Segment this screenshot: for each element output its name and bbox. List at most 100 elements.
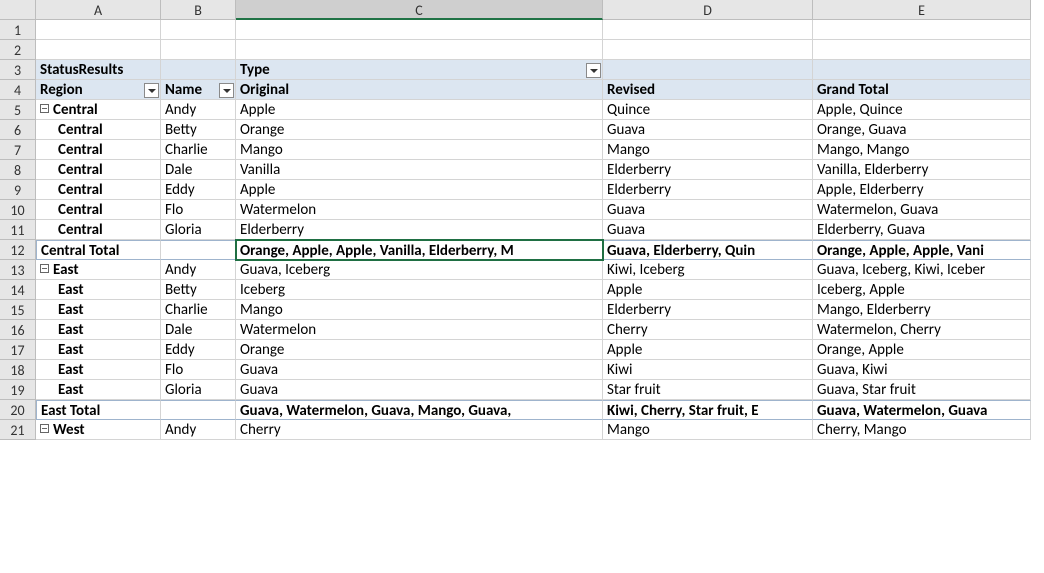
row-header-17[interactable]: 17 (0, 340, 36, 360)
col-header-E[interactable]: E (813, 0, 1031, 20)
east-total-original[interactable]: Guava, Watermelon, Guava, Mango, Guava, (236, 400, 603, 420)
grandtotal-cell[interactable]: Guava, Kiwi (813, 360, 1031, 380)
cell[interactable] (236, 20, 603, 40)
grandtotal-cell[interactable]: Elderberry, Guava (813, 220, 1031, 240)
row-header-8[interactable]: 8 (0, 160, 36, 180)
original-cell[interactable]: Guava, Iceberg (236, 260, 603, 280)
original-cell[interactable]: Cherry (236, 420, 603, 440)
row-header-11[interactable]: 11 (0, 220, 36, 240)
cell[interactable] (603, 60, 813, 80)
grandtotal-cell[interactable]: Watermelon, Guava (813, 200, 1031, 220)
name-cell[interactable]: Andy (161, 260, 236, 280)
grandtotal-cell[interactable]: Apple, Elderberry (813, 180, 1031, 200)
revised-cell[interactable]: Star fruit (603, 380, 813, 400)
cell[interactable] (161, 40, 236, 60)
original-cell[interactable]: Orange (236, 120, 603, 140)
revised-cell[interactable]: Elderberry (603, 160, 813, 180)
grandtotal-cell[interactable]: Orange, Apple (813, 340, 1031, 360)
row-header-13[interactable]: 13 (0, 260, 36, 280)
east-total-revised[interactable]: Kiwi, Cherry, Star fruit, E (603, 400, 813, 420)
original-cell[interactable]: Guava (236, 360, 603, 380)
central-total-revised[interactable]: Guava, Elderberry, Quin (603, 240, 813, 260)
filter-dropdown-icon[interactable] (586, 63, 601, 78)
col-header-A[interactable]: A (36, 0, 161, 20)
revised-cell[interactable]: Mango (603, 140, 813, 160)
grandtotal-cell[interactable]: Guava, Iceberg, Kiwi, Iceber (813, 260, 1031, 280)
revised-cell[interactable]: Kiwi (603, 360, 813, 380)
region-cell[interactable]: West (36, 420, 161, 440)
region-cell[interactable]: East (36, 340, 161, 360)
grandtotal-cell[interactable]: Mango, Mango (813, 140, 1031, 160)
region-cell[interactable]: East (36, 280, 161, 300)
original-cell[interactable]: Iceberg (236, 280, 603, 300)
cell[interactable] (813, 20, 1031, 40)
cell[interactable] (603, 20, 813, 40)
name-cell[interactable]: Eddy (161, 180, 236, 200)
region-cell[interactable]: Central (36, 140, 161, 160)
pivot-header-revised[interactable]: Revised (603, 80, 813, 100)
pivot-field-statusresults[interactable]: StatusResults (36, 60, 161, 80)
central-total-original[interactable]: Orange, Apple, Apple, Vanilla, Elderberr… (236, 240, 603, 260)
row-header-10[interactable]: 10 (0, 200, 36, 220)
cell[interactable] (813, 40, 1031, 60)
row-header-19[interactable]: 19 (0, 380, 36, 400)
region-cell[interactable]: East (36, 360, 161, 380)
region-cell[interactable]: East (36, 260, 161, 280)
grandtotal-cell[interactable]: Guava, Star fruit (813, 380, 1031, 400)
row-header-9[interactable]: 9 (0, 180, 36, 200)
revised-cell[interactable]: Elderberry (603, 180, 813, 200)
name-cell[interactable]: Flo (161, 360, 236, 380)
original-cell[interactable]: Orange (236, 340, 603, 360)
region-cell[interactable]: Central (36, 120, 161, 140)
cell[interactable] (161, 240, 236, 260)
original-cell[interactable]: Mango (236, 140, 603, 160)
grandtotal-cell[interactable]: Watermelon, Cherry (813, 320, 1031, 340)
revised-cell[interactable]: Kiwi, Iceberg (603, 260, 813, 280)
pivot-header-grand-total[interactable]: Grand Total (813, 80, 1031, 100)
region-cell[interactable]: East (36, 380, 161, 400)
grandtotal-cell[interactable]: Mango, Elderberry (813, 300, 1031, 320)
region-cell[interactable]: Central (36, 160, 161, 180)
east-total-grand[interactable]: Guava, Watermelon, Guava (813, 400, 1031, 420)
col-header-B[interactable]: B (161, 0, 236, 20)
name-cell[interactable]: Andy (161, 100, 236, 120)
original-cell[interactable]: Watermelon (236, 200, 603, 220)
original-cell[interactable]: Vanilla (236, 160, 603, 180)
name-cell[interactable]: Flo (161, 200, 236, 220)
grandtotal-cell[interactable]: Vanilla, Elderberry (813, 160, 1031, 180)
row-header-2[interactable]: 2 (0, 40, 36, 60)
row-header-1[interactable]: 1 (0, 20, 36, 40)
original-cell[interactable]: Guava (236, 380, 603, 400)
central-total-grand[interactable]: Orange, Apple, Apple, Vani (813, 240, 1031, 260)
revised-cell[interactable]: Guava (603, 220, 813, 240)
original-cell[interactable]: Watermelon (236, 320, 603, 340)
revised-cell[interactable]: Apple (603, 340, 813, 360)
revised-cell[interactable]: Apple (603, 280, 813, 300)
grandtotal-cell[interactable]: Orange, Guava (813, 120, 1031, 140)
pivot-header-name[interactable]: Name (161, 80, 236, 100)
revised-cell[interactable]: Quince (603, 100, 813, 120)
name-cell[interactable]: Betty (161, 120, 236, 140)
collapse-icon[interactable] (40, 104, 49, 113)
filter-dropdown-icon[interactable] (144, 83, 159, 98)
region-cell[interactable]: Central (36, 100, 161, 120)
name-cell[interactable]: Dale (161, 320, 236, 340)
original-cell[interactable]: Mango (236, 300, 603, 320)
region-cell[interactable]: East (36, 300, 161, 320)
pivot-field-type[interactable]: Type (236, 60, 603, 80)
row-header-4[interactable]: 4 (0, 80, 36, 100)
row-header-7[interactable]: 7 (0, 140, 36, 160)
filter-dropdown-icon[interactable] (219, 83, 234, 98)
cell[interactable] (36, 20, 161, 40)
pivot-header-original[interactable]: Original (236, 80, 603, 100)
cell[interactable] (36, 40, 161, 60)
row-header-14[interactable]: 14 (0, 280, 36, 300)
row-header-5[interactable]: 5 (0, 100, 36, 120)
row-header-12[interactable]: 12 (0, 240, 36, 260)
name-cell[interactable]: Betty (161, 280, 236, 300)
revised-cell[interactable]: Mango (603, 420, 813, 440)
cell[interactable] (161, 60, 236, 80)
name-cell[interactable]: Andy (161, 420, 236, 440)
name-cell[interactable]: Charlie (161, 300, 236, 320)
cell[interactable] (813, 60, 1031, 80)
